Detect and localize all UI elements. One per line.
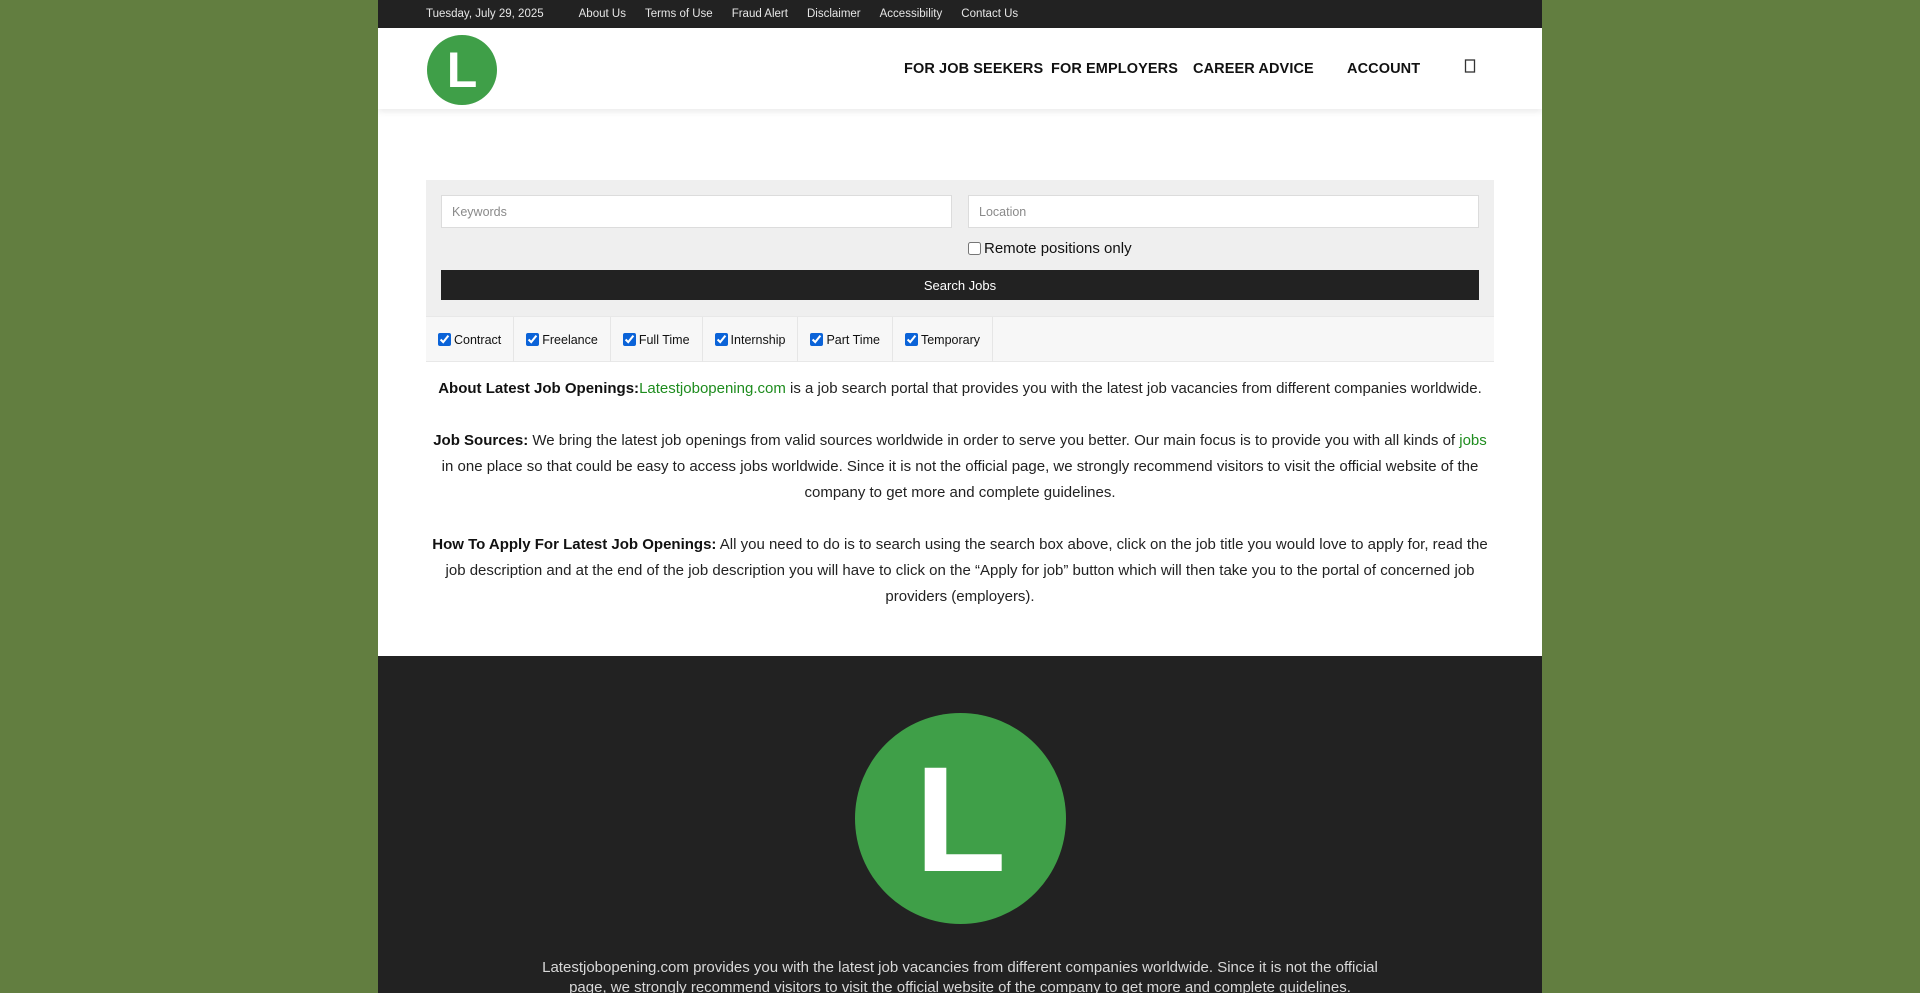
job-type-freelance[interactable]: Freelance xyxy=(514,317,611,362)
job-type-part-time[interactable]: Part Time xyxy=(798,317,893,362)
top-bar: Tuesday, July 29, 2025 About Us Terms of… xyxy=(378,0,1542,28)
remote-positions-option[interactable]: Remote positions only xyxy=(968,240,1132,257)
job-type-checkbox[interactable] xyxy=(810,333,824,346)
job-type-checkbox[interactable] xyxy=(622,333,636,346)
job-type-label: Temporary xyxy=(920,332,980,347)
job-type-contract[interactable]: Contract xyxy=(426,317,515,362)
sources-paragraph: Job Sources: We bring the latest job ope… xyxy=(426,428,1494,506)
current-date: Tuesday, July 29, 2025 xyxy=(426,8,544,20)
nav-account[interactable]: ACCOUNT xyxy=(1347,61,1420,77)
about-paragraph: About Latest Job Openings:Latestjobopeni… xyxy=(426,376,1494,402)
footer-description: Latestjobopening.com provides you with t… xyxy=(542,959,1378,993)
site-link[interactable]: Latestjobopening.com xyxy=(639,380,786,397)
search-icon[interactable] xyxy=(1464,58,1476,74)
about-text: is a job search portal that provides you… xyxy=(785,380,1482,397)
remote-positions-checkbox[interactable] xyxy=(968,242,981,255)
job-type-label: Contract xyxy=(454,332,502,347)
about-heading: About Latest Job Openings: xyxy=(438,380,640,397)
nav-career-advice[interactable]: CAREER ADVICE xyxy=(1193,61,1314,77)
sources-text: We bring the latest job openings from va… xyxy=(528,432,1460,449)
job-type-internship[interactable]: Internship xyxy=(703,317,799,362)
job-type-checkbox[interactable] xyxy=(438,333,451,346)
job-search-form: Remote positions only Search Jobs xyxy=(426,180,1494,316)
sources-text-end: in one place so that could be easy to ac… xyxy=(441,458,1479,501)
job-type-temporary[interactable]: Temporary xyxy=(893,317,993,362)
sources-heading: Job Sources: xyxy=(433,432,529,449)
nav-for-job-seekers[interactable]: FOR JOB SEEKERS xyxy=(904,61,1043,77)
location-input[interactable] xyxy=(968,195,1479,228)
job-type-label: Freelance xyxy=(542,332,598,347)
job-type-checkbox[interactable] xyxy=(904,333,918,346)
topbar-link-disclaimer[interactable]: Disclaimer xyxy=(807,8,861,20)
job-type-checkbox[interactable] xyxy=(526,333,540,346)
nav-for-employers[interactable]: FOR EMPLOYERS xyxy=(1051,61,1178,77)
job-type-checkbox[interactable] xyxy=(714,333,728,346)
apply-heading: How To Apply For Latest Job Openings: xyxy=(432,536,717,553)
topbar-link-terms-of-use[interactable]: Terms of Use xyxy=(645,8,713,20)
jobs-link[interactable]: jobs xyxy=(1459,432,1487,449)
keywords-input[interactable] xyxy=(441,195,952,228)
remote-positions-label: Remote positions only xyxy=(984,240,1132,257)
topbar-link-fraud-alert[interactable]: Fraud Alert xyxy=(732,8,788,20)
footer-logo[interactable]: L xyxy=(855,713,1066,924)
job-type-label: Internship xyxy=(730,332,786,347)
page: Tuesday, July 29, 2025 About Us Terms of… xyxy=(378,0,1542,993)
search-jobs-button[interactable]: Search Jobs xyxy=(441,270,1479,300)
job-type-label: Full Time xyxy=(638,332,690,347)
site-footer: L Latestjobopening.com provides you with… xyxy=(378,656,1542,993)
topbar-link-about-us[interactable]: About Us xyxy=(579,8,626,20)
topbar-link-contact-us[interactable]: Contact Us xyxy=(961,8,1018,20)
site-logo[interactable]: L xyxy=(427,35,497,105)
job-type-filters: Contract Freelance Full Time Internship … xyxy=(426,316,1494,362)
job-type-label: Part Time xyxy=(826,332,880,347)
site-header: L FOR JOB SEEKERS FOR EMPLOYERS CAREER A… xyxy=(378,28,1542,109)
about-content: About Latest Job Openings:Latestjobopeni… xyxy=(426,376,1494,636)
job-type-full-time[interactable]: Full Time xyxy=(611,317,703,362)
apply-paragraph: How To Apply For Latest Job Openings: Al… xyxy=(426,532,1494,610)
topbar-link-accessibility[interactable]: Accessibility xyxy=(880,8,943,20)
